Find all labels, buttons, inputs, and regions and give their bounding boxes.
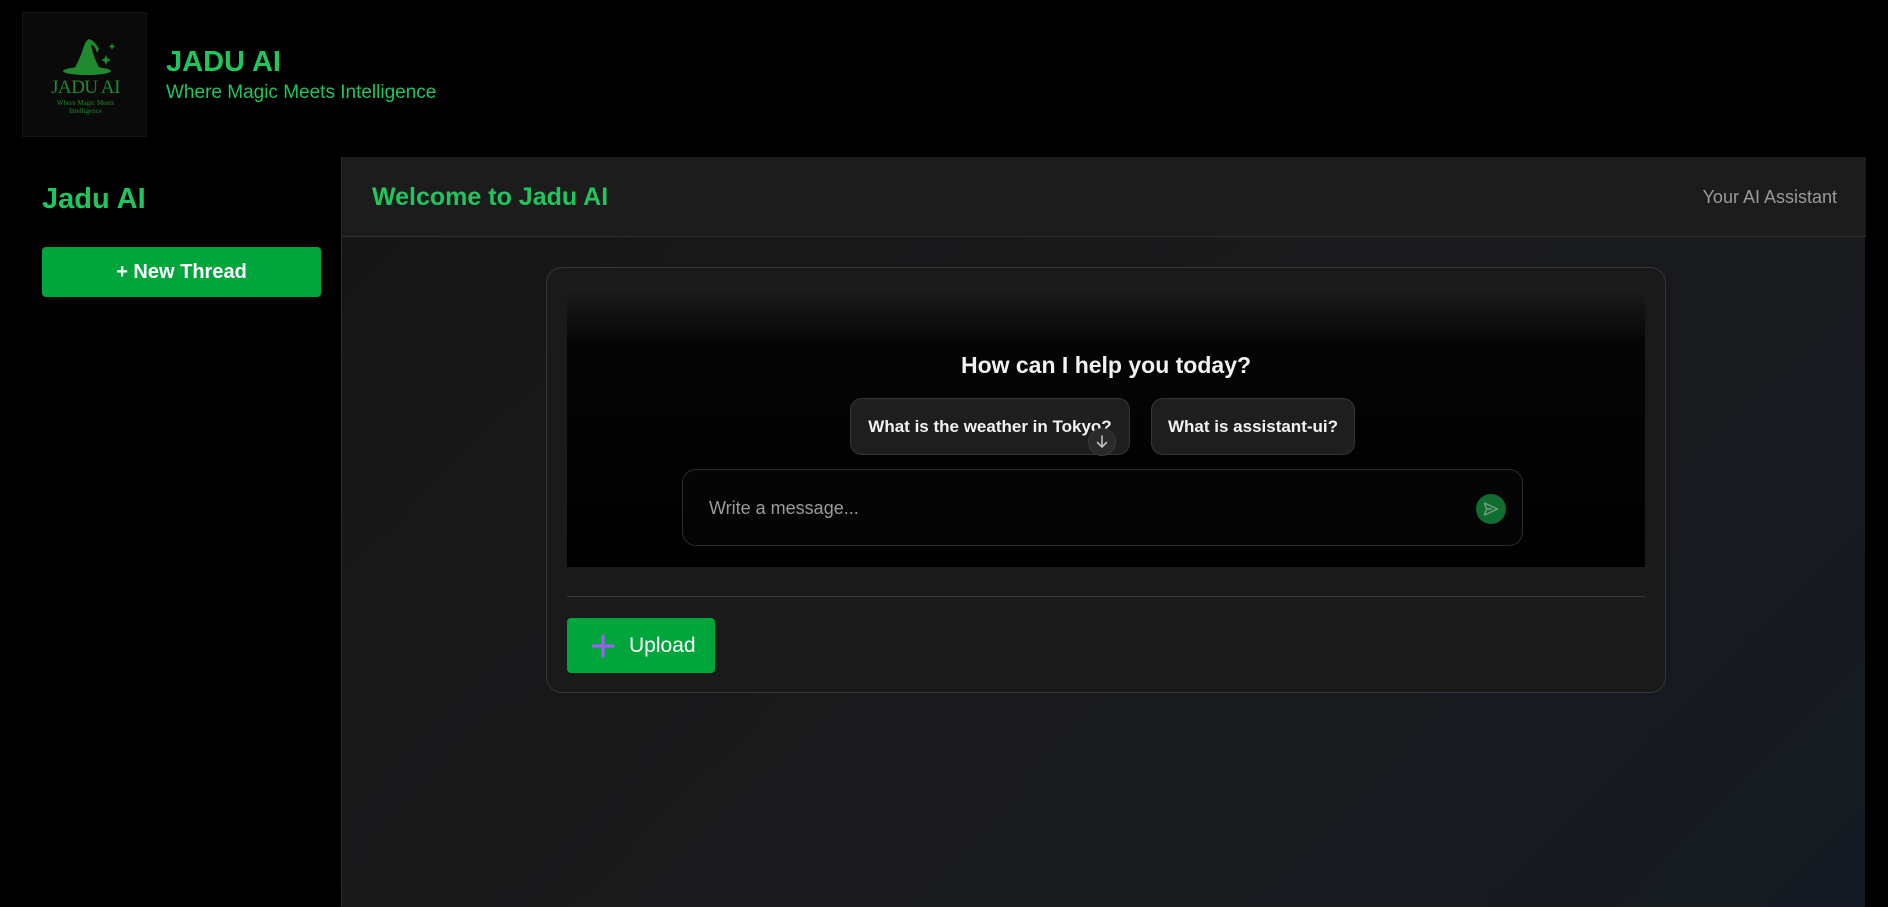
suggestion-assistant-ui[interactable]: What is assistant-ui? xyxy=(1151,398,1355,455)
message-input[interactable] xyxy=(707,492,1447,524)
composer xyxy=(682,469,1523,546)
brand-tagline: Where Magic Meets Intelligence xyxy=(166,82,437,103)
logo-subtext: Where Magic Meets Intelligence xyxy=(56,99,115,115)
send-button[interactable] xyxy=(1476,494,1506,524)
brand-title: JADU AI xyxy=(166,46,281,78)
arrow-down-icon xyxy=(1096,435,1108,448)
logo[interactable]: JADU AI Where Magic Meets Intelligence xyxy=(22,12,147,137)
wizard-hat-icon xyxy=(63,39,116,75)
scroll-to-bottom-button[interactable] xyxy=(1088,428,1116,456)
new-thread-button[interactable]: + New Thread xyxy=(42,247,321,297)
welcome-message: How can I help you today? xyxy=(960,352,1252,378)
page-title: Welcome to Jadu AI xyxy=(372,183,609,211)
logo-text: JADU AI xyxy=(51,77,120,98)
divider xyxy=(567,596,1645,597)
page-subtitle: Your AI Assistant xyxy=(1702,187,1837,207)
send-icon xyxy=(1483,502,1499,516)
main-header: Welcome to Jadu AI Your AI Assistant xyxy=(342,157,1866,237)
main-panel: Welcome to Jadu AI Your AI Assistant How… xyxy=(341,157,1866,907)
upload-label: Upload xyxy=(629,633,696,657)
upload-button[interactable]: Upload xyxy=(567,618,715,673)
plus-icon xyxy=(591,634,615,658)
chat-card: How can I help you today? What is the we… xyxy=(546,267,1666,693)
top-header: JADU AI Where Magic Meets Intelligence J… xyxy=(0,0,1888,157)
chat-thread[interactable]: How can I help you today? What is the we… xyxy=(567,288,1645,567)
sidebar: Jadu AI + New Thread xyxy=(0,157,341,907)
sidebar-title: Jadu AI xyxy=(42,183,146,215)
